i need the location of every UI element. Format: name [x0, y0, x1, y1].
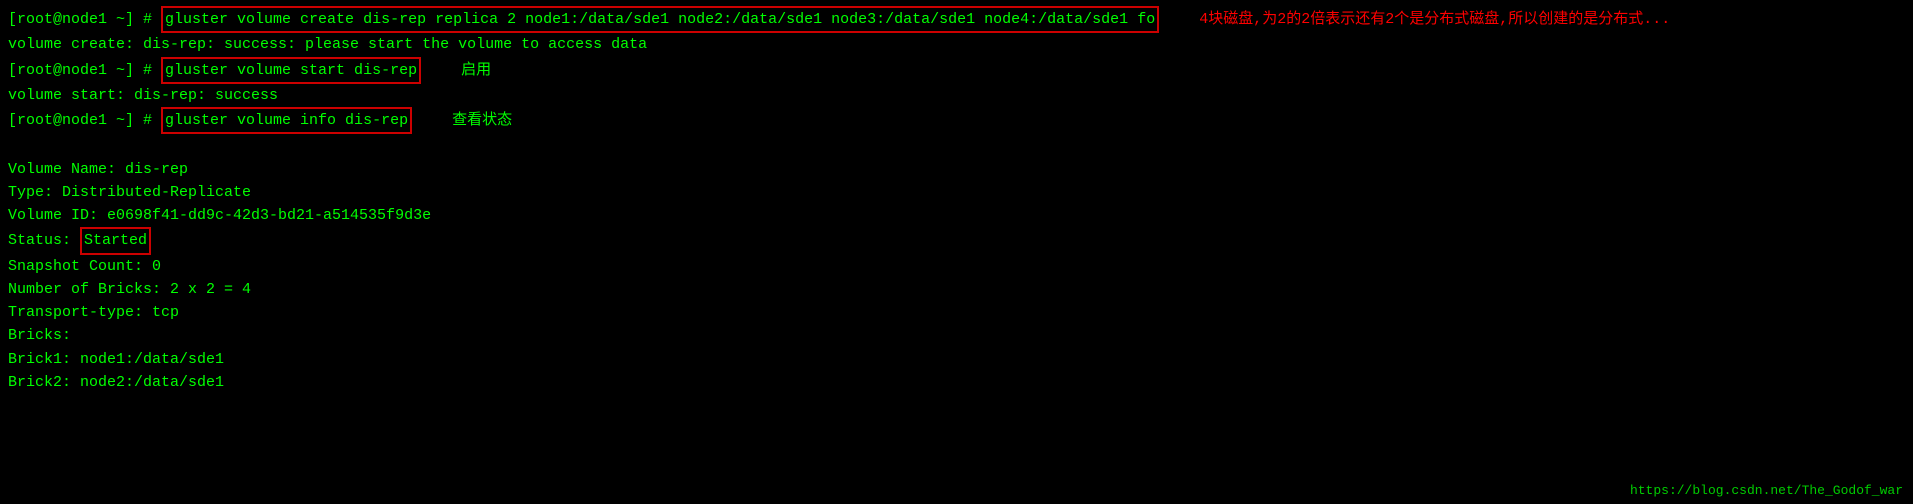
footer-url: https://blog.csdn.net/The_Godof_war [1630, 483, 1903, 498]
info-brick1: Brick1: node1:/data/sde1 [8, 348, 1905, 371]
prompt-3: [root@node1 ~] # [8, 109, 161, 132]
command-line-3: [root@node1 ~] # gluster volume info dis… [8, 107, 1905, 134]
info-brick2: Brick2: node2:/data/sde1 [8, 371, 1905, 394]
annotation-1: 4块磁盘,为2的2倍表示还有2个是分布式磁盘,所以创建的是分布式... [1199, 8, 1670, 31]
terminal-window: [root@node1 ~] # gluster volume create d… [0, 0, 1913, 504]
blank-line [8, 134, 1905, 157]
command-box-3: gluster volume info dis-rep [161, 107, 412, 134]
prompt-1: [root@node1 ~] # [8, 8, 161, 31]
result-line-1: volume create: dis-rep: success: please … [8, 33, 1905, 56]
annotation-2: 启用 [461, 59, 491, 82]
command-box-2: gluster volume start dis-rep [161, 57, 421, 84]
status-value: Started [80, 227, 151, 254]
info-transport-type: Transport-type: tcp [8, 301, 1905, 324]
info-type: Type: Distributed-Replicate [8, 181, 1905, 204]
result-line-2: volume start: dis-rep: success [8, 84, 1905, 107]
prompt-2: [root@node1 ~] # [8, 59, 161, 82]
annotation-3: 查看状态 [452, 109, 512, 132]
info-status-line: Status: Started [8, 227, 1905, 254]
command-line-1: [root@node1 ~] # gluster volume create d… [8, 6, 1905, 33]
command-line-2: [root@node1 ~] # gluster volume start di… [8, 57, 1905, 84]
command-box-1: gluster volume create dis-rep replica 2 … [161, 6, 1159, 33]
info-snapshot-count: Snapshot Count: 0 [8, 255, 1905, 278]
info-bricks-header: Bricks: [8, 324, 1905, 347]
info-volume-name: Volume Name: dis-rep [8, 158, 1905, 181]
status-prefix: Status: [8, 229, 80, 252]
info-number-of-bricks: Number of Bricks: 2 x 2 = 4 [8, 278, 1905, 301]
info-volume-id: Volume ID: e0698f41-dd9c-42d3-bd21-a5145… [8, 204, 1905, 227]
